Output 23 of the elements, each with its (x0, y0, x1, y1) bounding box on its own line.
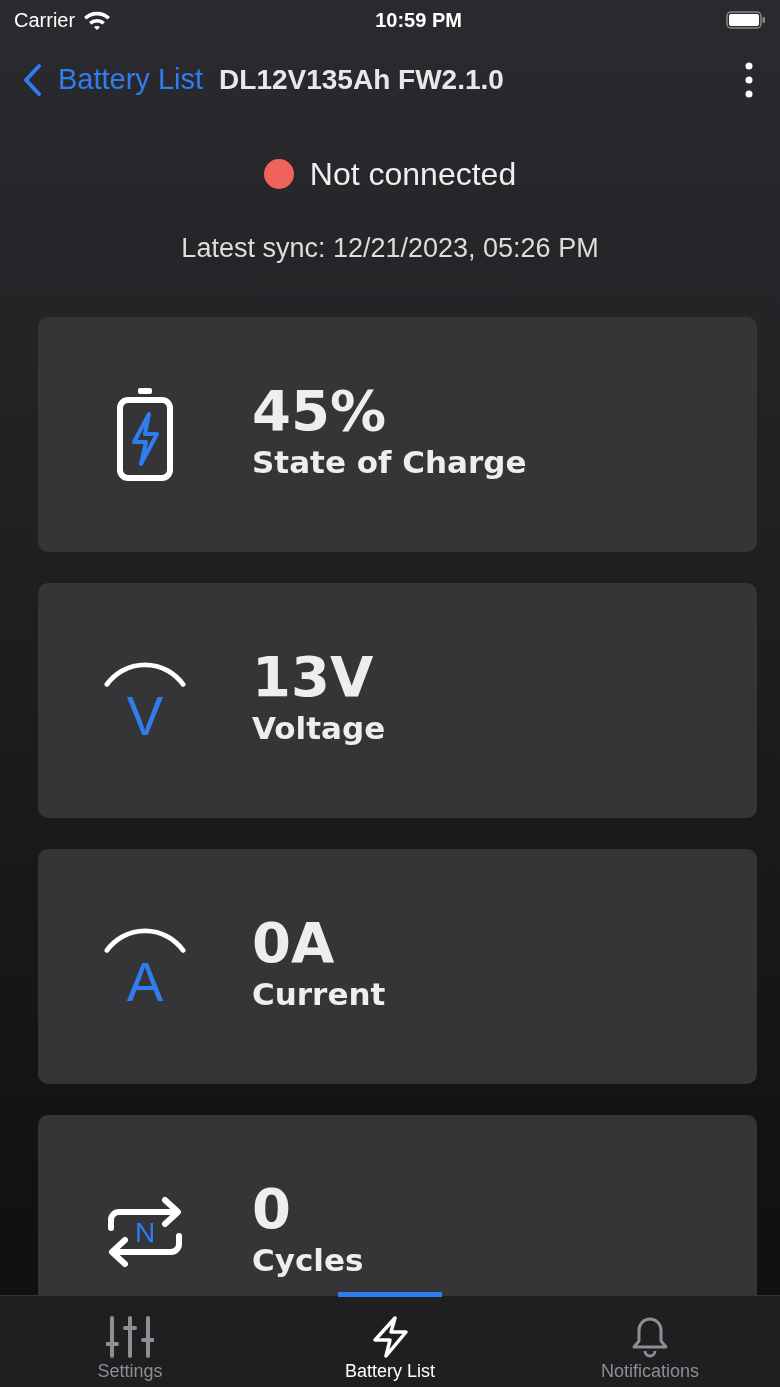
metric-label: State of Charge (252, 442, 527, 482)
metric-value: 45% (252, 382, 388, 439)
tab-item[interactable]: Settings (0, 1296, 260, 1387)
sliders-icon (106, 1316, 154, 1358)
tab-item[interactable]: Notifications (520, 1296, 780, 1387)
clock-time: 10:59 PM (375, 8, 462, 33)
metric-label: Voltage (252, 708, 386, 748)
sync-time: Latest sync: 12/21/2023, 05:26 PM (181, 233, 599, 263)
metric-label: Current (252, 974, 386, 1014)
metric-value: 13V (252, 648, 375, 705)
back-chevron-icon (22, 63, 42, 97)
back-link[interactable]: Battery List (22, 58, 204, 102)
more-icon (745, 62, 753, 98)
battery-charge-icon (116, 386, 174, 482)
tab-item[interactable]: Battery List (260, 1296, 520, 1387)
wifi-icon (83, 10, 112, 30)
metric-value: 0A (252, 914, 336, 971)
metric-value: 0 (252, 1180, 292, 1237)
connection-status: Not connected (309, 155, 517, 194)
battery-icon (726, 11, 766, 29)
carrier-label: Carrier (14, 8, 76, 33)
page-title: DL12V135Ah FW2.1.0 (219, 63, 504, 97)
metric-label: Cycles (252, 1240, 364, 1280)
